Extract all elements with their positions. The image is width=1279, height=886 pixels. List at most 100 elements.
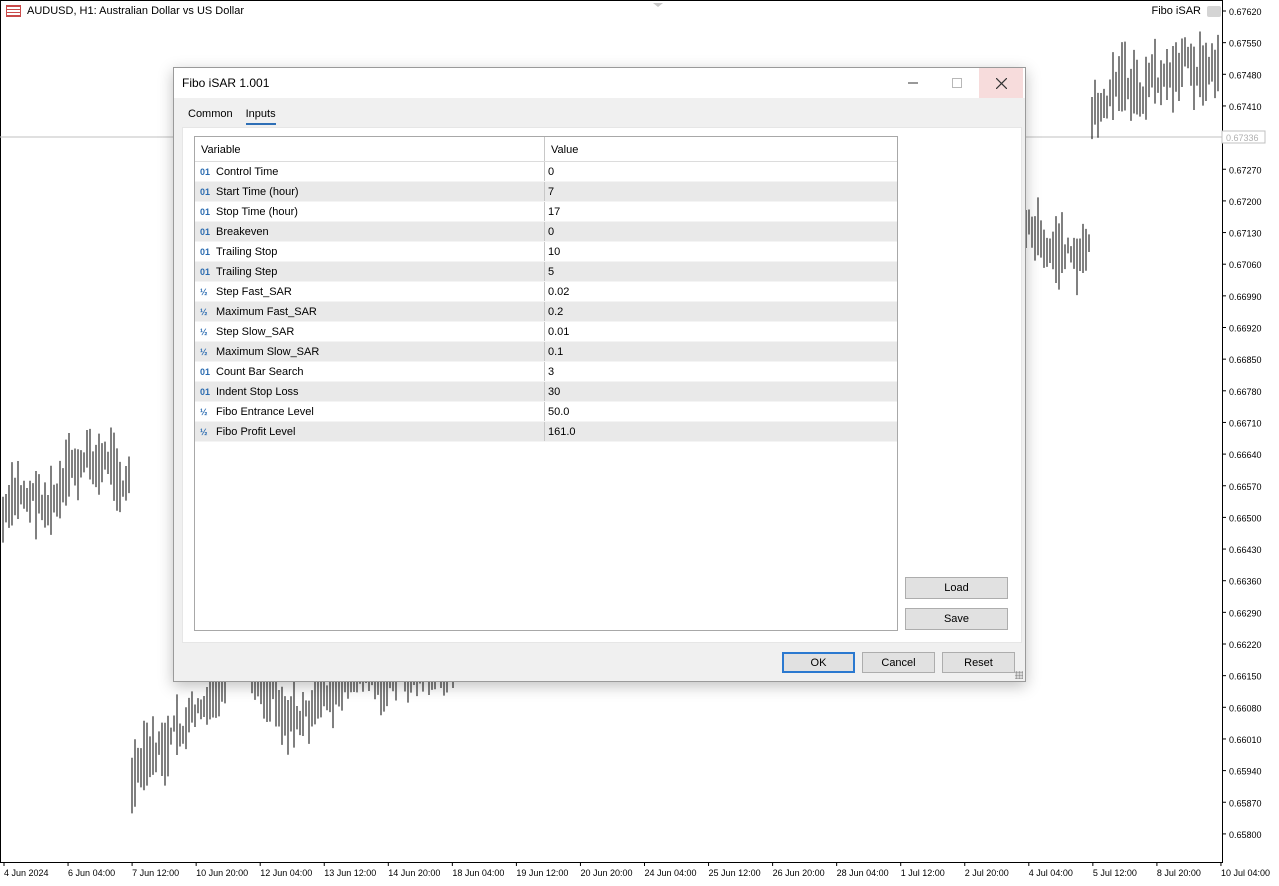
- price-label: 0.67410: [1229, 102, 1262, 112]
- price-label: 0.66430: [1229, 545, 1262, 555]
- symbol-label: AUDUSD, H1: Australian Dollar vs US Doll…: [27, 5, 245, 17]
- table-header: Variable Value: [195, 137, 897, 162]
- minimize-button[interactable]: [891, 68, 935, 98]
- variable-cell: 01 Stop Time (hour): [195, 202, 545, 221]
- price-label: 0.67200: [1229, 197, 1262, 207]
- table-row[interactable]: ½ Maximum Slow_SAR 0.1: [195, 342, 897, 362]
- table-row[interactable]: ½ Step Slow_SAR 0.01: [195, 322, 897, 342]
- reset-button[interactable]: Reset: [942, 652, 1015, 673]
- value-cell[interactable]: 17: [545, 202, 897, 221]
- maximize-icon: [952, 78, 962, 88]
- dialog-titlebar[interactable]: Fibo iSAR 1.001: [174, 68, 1025, 98]
- maximize-button[interactable]: [935, 68, 979, 98]
- price-label: 0.66080: [1229, 703, 1262, 713]
- time-label: 8 Jul 20:00: [1157, 868, 1201, 878]
- column-header-variable[interactable]: Variable: [195, 137, 545, 161]
- chart-symbol-header: AUDUSD, H1: Australian Dollar vs US Doll…: [6, 5, 244, 17]
- indicator-properties-dialog: Fibo iSAR 1.001 Common Inputs Variable V…: [173, 67, 1026, 682]
- close-button[interactable]: [979, 68, 1023, 98]
- time-label: 7 Jun 12:00: [132, 868, 179, 878]
- price-label: 0.67270: [1229, 165, 1262, 175]
- time-label: 24 Jun 04:00: [645, 868, 697, 878]
- save-button[interactable]: Save: [905, 608, 1008, 630]
- table-row[interactable]: ½ Fibo Profit Level 161.0: [195, 422, 897, 442]
- chart-menu-icon[interactable]: [6, 5, 21, 17]
- variable-cell: ½ Step Slow_SAR: [195, 322, 545, 341]
- integer-type-icon: 01: [200, 266, 211, 277]
- variable-name: Trailing Step: [216, 265, 278, 278]
- resize-grip-icon[interactable]: [1015, 671, 1023, 679]
- price-label: 0.65800: [1229, 830, 1262, 840]
- time-label: 14 Jun 20:00: [388, 868, 440, 878]
- value-cell[interactable]: 0.1: [545, 342, 897, 361]
- variable-cell: 01 Start Time (hour): [195, 182, 545, 201]
- double-type-icon: ½: [200, 286, 208, 297]
- time-label: 19 Jun 12:00: [516, 868, 568, 878]
- time-label: 18 Jun 04:00: [452, 868, 504, 878]
- price-label: 0.66920: [1229, 324, 1262, 334]
- value-cell[interactable]: 0.01: [545, 322, 897, 341]
- integer-type-icon: 01: [200, 206, 211, 217]
- current-price-label: 0.67336: [1226, 133, 1259, 143]
- variable-cell: 01 Count Bar Search: [195, 362, 545, 381]
- time-label: 28 Jun 04:00: [837, 868, 889, 878]
- tab-inputs[interactable]: Inputs: [245, 108, 276, 125]
- price-label: 0.66850: [1229, 355, 1262, 365]
- table-body: 01 Control Time 0 01 Start Time (hour) 7 01 Sto…: [195, 162, 897, 442]
- table-row[interactable]: 01 Control Time 0: [195, 162, 897, 182]
- table-row[interactable]: 01 Trailing Step 5: [195, 262, 897, 282]
- price-label: 0.66010: [1229, 735, 1262, 745]
- value-cell[interactable]: 7: [545, 182, 897, 201]
- value-cell[interactable]: 0.2: [545, 302, 897, 321]
- table-row[interactable]: 01 Breakeven 0: [195, 222, 897, 242]
- variable-cell: ½ Fibo Entrance Level: [195, 402, 545, 421]
- price-label: 0.66150: [1229, 672, 1262, 682]
- variable-cell: 01 Control Time: [195, 162, 545, 181]
- value-cell[interactable]: 0: [545, 162, 897, 181]
- value-cell[interactable]: 5: [545, 262, 897, 281]
- table-row[interactable]: 01 Stop Time (hour) 17: [195, 202, 897, 222]
- integer-type-icon: 01: [200, 166, 211, 177]
- variable-name: Fibo Profit Level: [216, 425, 296, 438]
- price-label: 0.67060: [1229, 260, 1262, 270]
- table-row[interactable]: 01 Trailing Stop 10: [195, 242, 897, 262]
- tab-common[interactable]: Common: [188, 108, 233, 125]
- table-row[interactable]: 01 Count Bar Search 3: [195, 362, 897, 382]
- price-label: 0.65940: [1229, 767, 1262, 777]
- load-button[interactable]: Load: [905, 577, 1008, 599]
- variable-cell: ½ Step Fast_SAR: [195, 282, 545, 301]
- column-header-value[interactable]: Value: [545, 137, 897, 161]
- variable-cell: ½ Maximum Fast_SAR: [195, 302, 545, 321]
- table-row[interactable]: ½ Step Fast_SAR 0.02: [195, 282, 897, 302]
- price-label: 0.66220: [1229, 640, 1262, 650]
- table-row[interactable]: ½ Maximum Fast_SAR 0.2: [195, 302, 897, 322]
- table-row[interactable]: 01 Indent Stop Loss 30: [195, 382, 897, 402]
- table-row[interactable]: ½ Fibo Entrance Level 50.0: [195, 402, 897, 422]
- ok-button[interactable]: OK: [782, 652, 855, 673]
- value-cell[interactable]: 50.0: [545, 402, 897, 421]
- value-cell[interactable]: 161.0: [545, 422, 897, 441]
- value-cell[interactable]: 30: [545, 382, 897, 401]
- price-label: 0.66640: [1229, 450, 1262, 460]
- double-type-icon: ½: [200, 426, 208, 437]
- variable-name: Trailing Stop: [216, 245, 278, 258]
- minimize-icon: [908, 82, 918, 84]
- cancel-button[interactable]: Cancel: [862, 652, 935, 673]
- value-cell[interactable]: 3: [545, 362, 897, 381]
- price-label: 0.67550: [1229, 39, 1262, 49]
- time-label: 1 Jul 12:00: [901, 868, 945, 878]
- time-label: 10 Jul 04:00: [1221, 868, 1270, 878]
- time-label: 13 Jun 12:00: [324, 868, 376, 878]
- price-label: 0.66990: [1229, 292, 1262, 302]
- table-row[interactable]: 01 Start Time (hour) 7: [195, 182, 897, 202]
- double-type-icon: ½: [200, 346, 208, 357]
- price-label: 0.66710: [1229, 418, 1262, 428]
- variable-name: Fibo Entrance Level: [216, 405, 314, 418]
- variable-name: Step Fast_SAR: [216, 285, 292, 298]
- value-cell[interactable]: 0.02: [545, 282, 897, 301]
- time-label: 6 Jun 04:00: [68, 868, 115, 878]
- value-cell[interactable]: 10: [545, 242, 897, 261]
- indicator-label: Fibo iSAR: [1151, 5, 1201, 17]
- value-cell[interactable]: 0: [545, 222, 897, 241]
- integer-type-icon: 01: [200, 186, 211, 197]
